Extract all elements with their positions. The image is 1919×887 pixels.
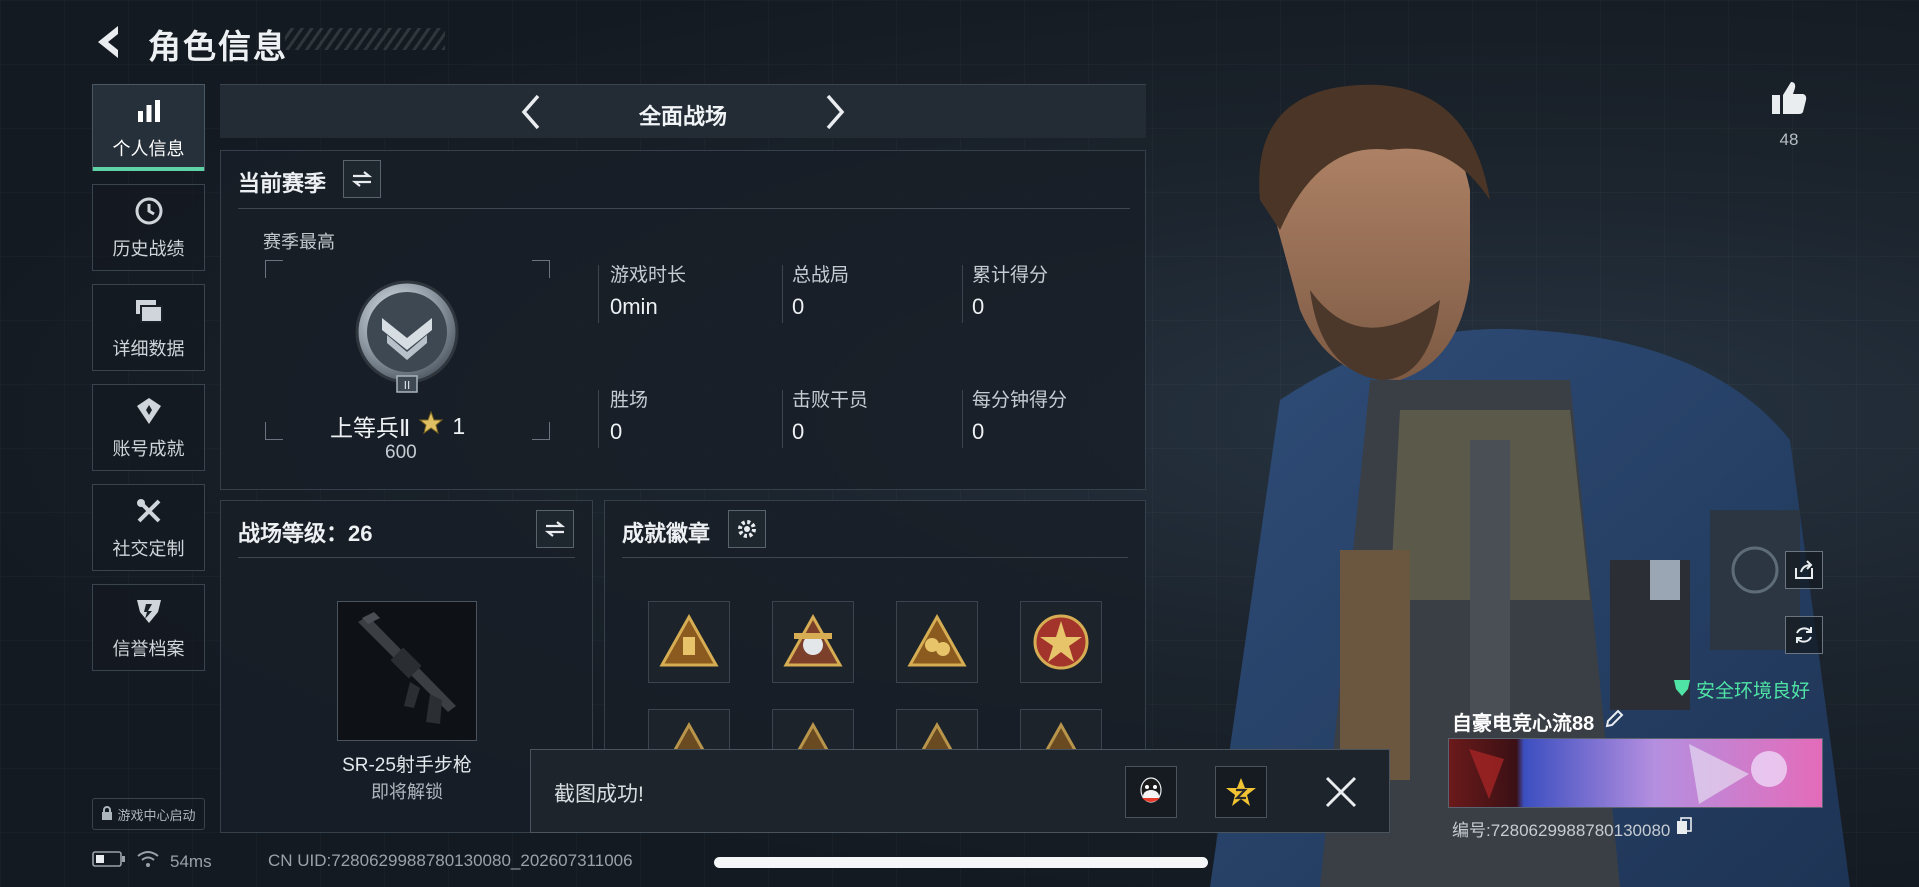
nav-item-credit-record[interactable]: 信誉档案 [92,584,205,671]
bar-chart-icon [133,95,165,127]
stat-value: 0min [610,294,658,319]
toast-message: 截图成功! [554,783,644,806]
weapon-name: SR-25射手步枪 [342,755,472,776]
season-best-label: 赛季最高 [263,232,335,252]
ping-label: 54ms [170,851,212,871]
achievement-icon [133,395,165,427]
tools-icon [133,495,165,527]
player-id: 编号:7280629988780130080 [1452,816,1693,841]
divider [598,390,599,448]
settings-gear-icon[interactable] [728,510,766,548]
edit-pencil-icon[interactable] [1604,709,1624,735]
divider [622,557,1128,558]
uid-label: CN UID:7280629988780130080_202607311006 [268,851,633,870]
screenshot-toast: 截图成功! [530,749,1390,833]
rank-label: 上等兵Ⅱ [330,415,411,441]
star-icon [418,410,444,442]
rank-emblem-icon: II [352,280,462,395]
share-icon[interactable] [1785,551,1823,589]
stat-value: 0 [792,419,805,444]
lock-icon [101,805,113,823]
nav-label: 详细数据 [112,338,185,359]
nav-item-history[interactable]: 历史战绩 [92,184,205,271]
clock-icon [133,195,165,227]
divider [962,390,963,448]
stat-label: 总战局 [792,265,850,286]
name-card-image[interactable] [1448,738,1823,808]
folder-icon [133,295,165,327]
rank-name: 上等兵Ⅱ 1 [330,409,465,443]
close-icon[interactable] [1319,770,1363,814]
rank-stars: 1 [452,412,466,439]
player-id-label: 编号:7280629988780130080 [1452,821,1671,840]
divider [962,265,963,323]
divider [238,208,1130,209]
stat-label: 胜场 [610,390,649,411]
nav-label: 个人信息 [112,138,185,159]
frame-corner [532,260,550,278]
credit-shield-icon [133,595,165,627]
page-title: 角色信息 [148,28,288,65]
nav-label: 信誉档案 [112,638,185,659]
nav-item-achievements[interactable]: 账号成就 [92,384,205,471]
safety-status-label: 安全环境良好 [1696,681,1811,702]
stat-value: 0 [792,294,805,319]
weapon-image[interactable] [337,601,477,741]
nav-item-personal-info[interactable]: 个人信息 [92,84,205,171]
mode-selector: 全面战场 [220,84,1146,138]
next-mode-icon[interactable] [814,91,854,133]
nav-label: 历史战绩 [112,238,185,259]
copy-icon[interactable] [1676,817,1693,840]
safety-status: 安全环境良好 [1672,676,1810,703]
nav-item-detail-data[interactable]: 详细数据 [92,284,205,371]
home-indicator[interactable] [714,857,1208,868]
achievement-badge[interactable] [648,601,730,683]
stat-label: 累计得分 [972,265,1049,286]
refresh-icon[interactable] [1785,616,1823,654]
player-nickname: 自豪电竞心流88 [1452,707,1624,736]
nav-item-social-custom[interactable]: 社交定制 [92,484,205,571]
stat-value: 0 [972,294,985,319]
stat-value: 0 [972,419,985,444]
achievements-title: 成就徽章 [622,521,711,546]
frame-corner [265,260,283,278]
game-center-button[interactable]: 游戏中心启动 [92,798,205,830]
stat-label: 游戏时长 [610,265,687,286]
like-count: 48 [1779,130,1799,149]
qq-share-icon[interactable] [1125,766,1177,818]
achievement-badge[interactable] [896,601,978,683]
stat-label: 击败干员 [792,390,869,411]
stat-label: 每分钟得分 [972,390,1068,411]
battery-icon [92,851,126,872]
nickname-label: 自豪电竞心流88 [1452,713,1595,735]
divider [598,265,599,323]
divider [782,265,783,323]
nav-label: 社交定制 [112,538,185,559]
svg-text:II: II [404,379,411,392]
device-status: 54ms [92,850,212,873]
achievement-badge[interactable] [772,601,854,683]
qzone-share-icon[interactable] [1215,766,1267,818]
nav-label: 账号成就 [112,438,185,459]
title-decoration [285,28,445,50]
rank-points: 600 [385,442,417,463]
divider [238,557,575,558]
stat-value: 0 [610,419,623,444]
shield-check-icon [1672,677,1692,703]
weapon-status: 即将解锁 [371,782,443,802]
switch-season-icon[interactable] [343,160,381,198]
back-icon[interactable] [92,22,128,62]
frame-corner [532,422,550,440]
wifi-icon [136,850,160,873]
frame-corner [265,422,283,440]
thumbs-up-icon[interactable] [1769,78,1809,118]
mode-label: 全面战场 [638,104,727,129]
season-title: 当前赛季 [238,171,327,196]
character-info-screen: 角色信息 个人信息 历史战绩 详细数据 账号成就 社交定制 信誉档案 游戏中心启… [0,0,1919,887]
achievement-badge[interactable] [1020,601,1102,683]
divider [782,390,783,448]
game-center-label: 游戏中心启动 [117,807,196,823]
switch-level-icon[interactable] [536,510,574,548]
battlefield-level: 战场等级：26 [238,521,373,546]
